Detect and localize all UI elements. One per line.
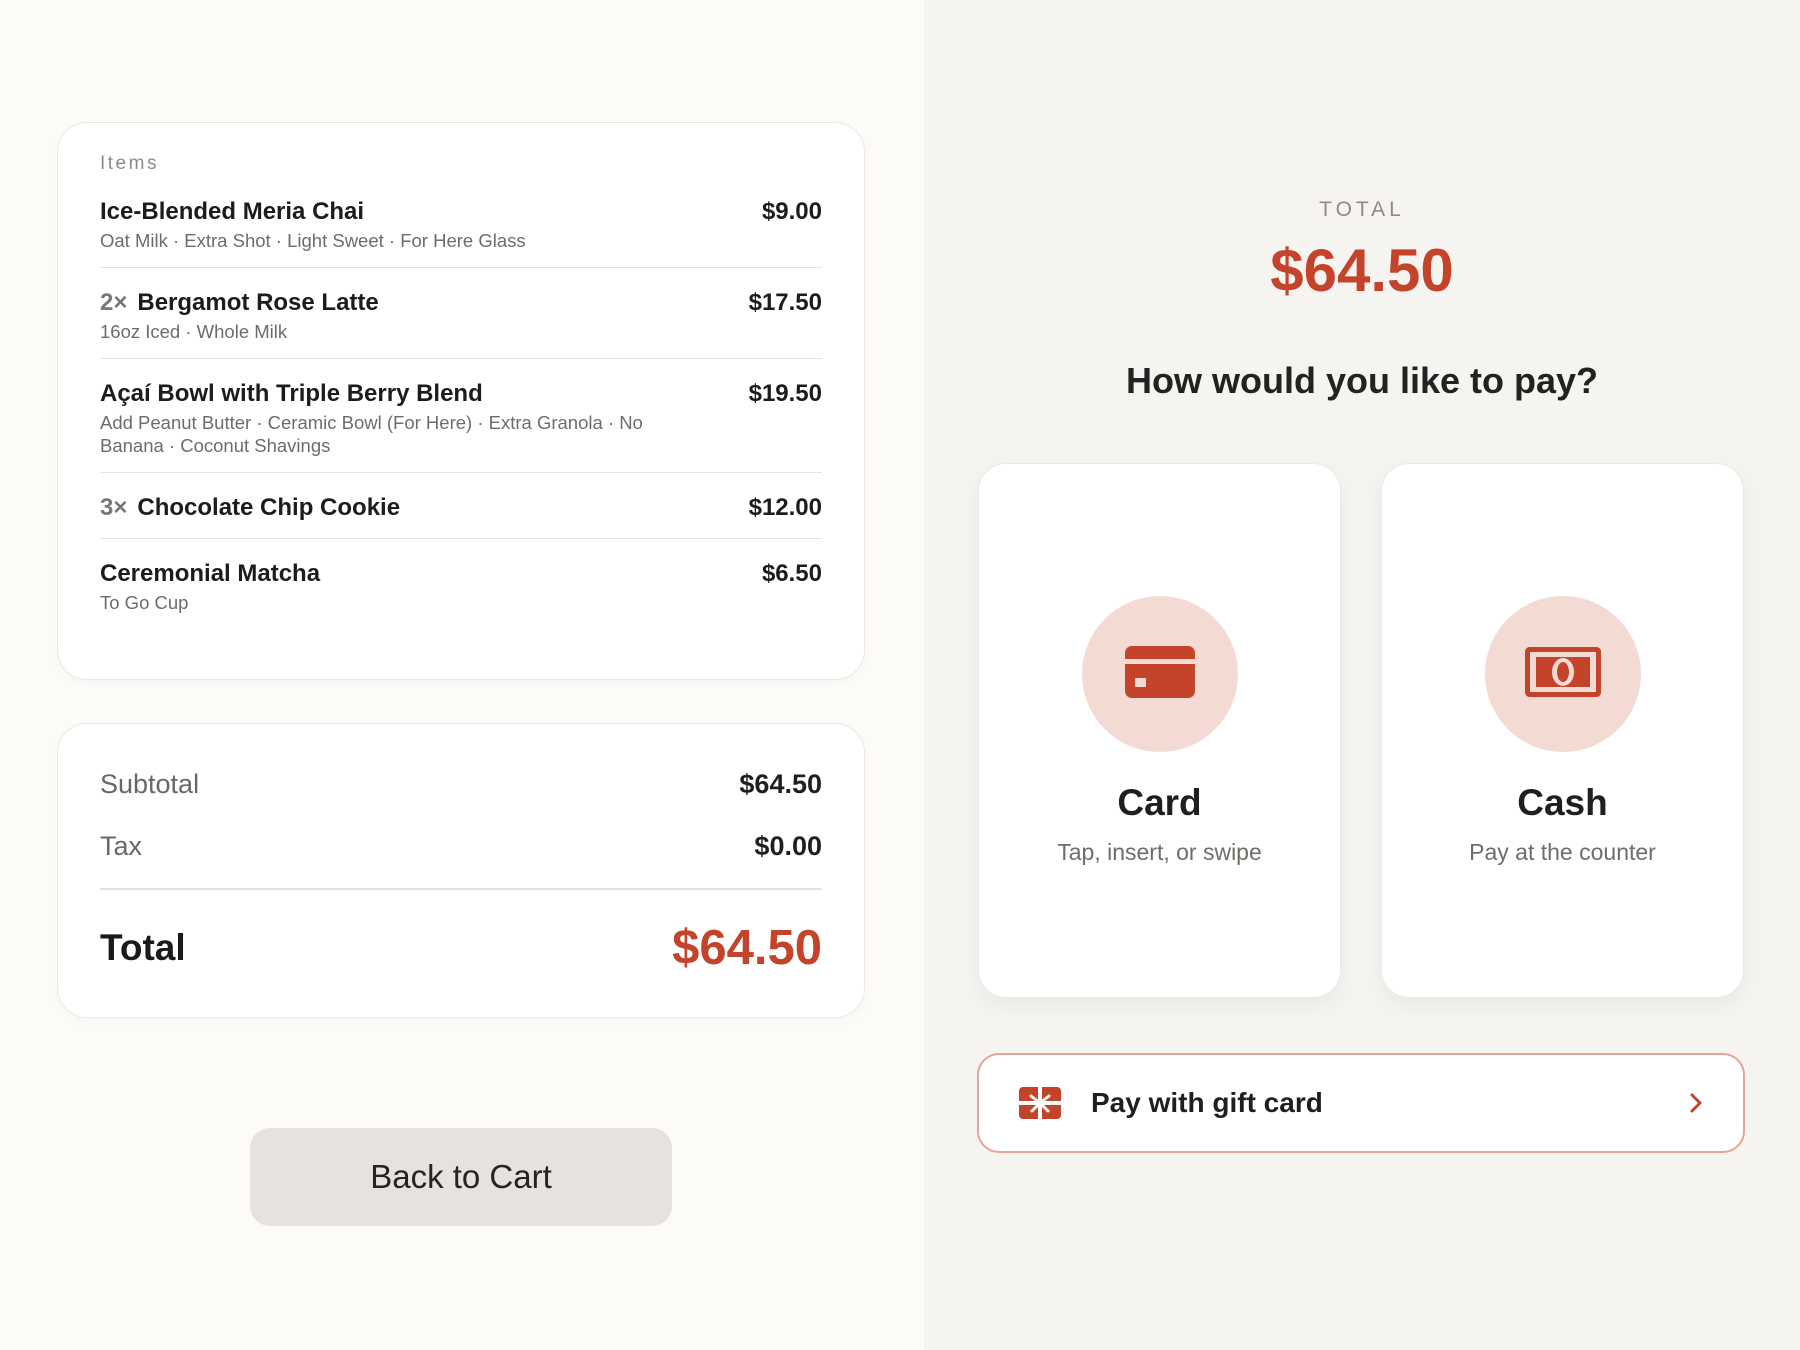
- total-label: Total: [100, 926, 186, 968]
- list-item: Ceremonial Matcha To Go Cup $6.50: [100, 559, 822, 629]
- tax-value: $0.00: [754, 830, 822, 861]
- item-main: Ice-Blended Meria Chai Oat Milk · Extra …: [100, 197, 762, 252]
- item-title: Açaí Bowl with Triple Berry Blend: [100, 379, 749, 409]
- subtotal-row: Subtotal $64.50: [100, 764, 822, 804]
- list-item: Ice-Blended Meria Chai Oat Milk · Extra …: [100, 197, 822, 268]
- item-title: Ceremonial Matcha: [100, 559, 762, 589]
- credit-card-icon: [1125, 645, 1195, 703]
- item-modifiers: Oat Milk · Extra Shot · Light Sweet · Fo…: [100, 230, 526, 251]
- list-item: Açaí Bowl with Triple Berry Blend Add Pe…: [100, 379, 822, 473]
- item-name: Ice-Blended Meria Chai: [100, 198, 365, 225]
- chevron-right-icon: [1689, 1092, 1703, 1114]
- item-name: Ceremonial Matcha: [100, 560, 321, 587]
- cash-option-title: Cash: [1517, 782, 1608, 823]
- totals-card: Subtotal $64.50 Tax $0.00 Total $64.50: [57, 723, 865, 1018]
- tax-row: Tax $0.00: [100, 826, 822, 866]
- item-main: 3× Chocolate Chip Cookie: [100, 493, 749, 523]
- back-to-cart-button[interactable]: Back to Cart: [250, 1128, 672, 1226]
- card-option-title: Card: [1117, 782, 1202, 823]
- card-payment-option[interactable]: Card Tap, insert, or swipe: [978, 463, 1341, 998]
- gift-card-icon: [1019, 1087, 1061, 1119]
- item-main: 2× Bergamot Rose Latte 16oz Iced · Whole …: [100, 288, 749, 343]
- item-price: $12.00: [748, 494, 822, 521]
- total-caption: TOTAL: [1319, 198, 1405, 221]
- gift-card-label: Pay with gift card: [1091, 1087, 1323, 1118]
- item-modifiers: Add Peanut Butter · Ceramic Bowl (For He…: [100, 412, 643, 456]
- item-modifiers: 16oz Iced · Whole Milk: [100, 321, 288, 342]
- gift-card-button[interactable]: Pay with gift card: [977, 1053, 1745, 1153]
- item-main: Açaí Bowl with Triple Berry Blend Add Pe…: [100, 379, 749, 457]
- payment-panel: TOTAL $64.50 How would you like to pay? …: [924, 0, 1800, 1350]
- total-amount: $64.50: [1270, 237, 1454, 304]
- item-name: Açaí Bowl with Triple Berry Blend: [100, 380, 483, 407]
- totals-divider: [100, 888, 822, 890]
- item-name: Chocolate Chip Cookie: [137, 494, 401, 521]
- item-price: $9.00: [761, 198, 822, 225]
- item-title: 2× Bergamot Rose Latte: [100, 288, 749, 318]
- items-heading: Items: [100, 153, 159, 174]
- tax-label: Tax: [100, 830, 143, 861]
- item-name: Bergamot Rose Latte: [137, 289, 379, 316]
- item-quantity: 2×: [100, 289, 128, 316]
- list-item: 3× Chocolate Chip Cookie $12.00: [100, 493, 822, 539]
- list-item: 2× Bergamot Rose Latte 16oz Iced · Whole …: [100, 288, 822, 359]
- item-title: 3× Chocolate Chip Cookie: [100, 493, 749, 523]
- cash-option-subtitle: Pay at the counter: [1469, 839, 1656, 865]
- cash-payment-option[interactable]: Cash Pay at the counter: [1381, 463, 1744, 998]
- item-modifiers: To Go Cup: [100, 592, 189, 613]
- item-main: Ceremonial Matcha To Go Cup: [100, 559, 762, 614]
- cash-icon-circle: [1485, 596, 1641, 752]
- total-row: Total $64.50: [100, 920, 822, 976]
- item-price: $17.50: [748, 289, 822, 316]
- payment-question: How would you like to pay?: [1125, 360, 1599, 401]
- item-quantity: 3×: [100, 494, 128, 521]
- total-value: $64.50: [672, 920, 822, 975]
- card-option-subtitle: Tap, insert, or swipe: [1057, 839, 1262, 865]
- subtotal-value: $64.50: [739, 768, 822, 799]
- subtotal-label: Subtotal: [100, 768, 200, 799]
- cash-icon: [1525, 646, 1601, 702]
- item-title: Ice-Blended Meria Chai: [100, 197, 762, 227]
- order-summary-panel: Items Ice-Blended Meria Chai Oat Milk · …: [0, 0, 924, 1350]
- item-price: $19.50: [748, 380, 822, 407]
- card-icon-circle: [1082, 596, 1238, 752]
- items-card: Items Ice-Blended Meria Chai Oat Milk · …: [57, 122, 865, 680]
- item-price: $6.50: [761, 560, 822, 587]
